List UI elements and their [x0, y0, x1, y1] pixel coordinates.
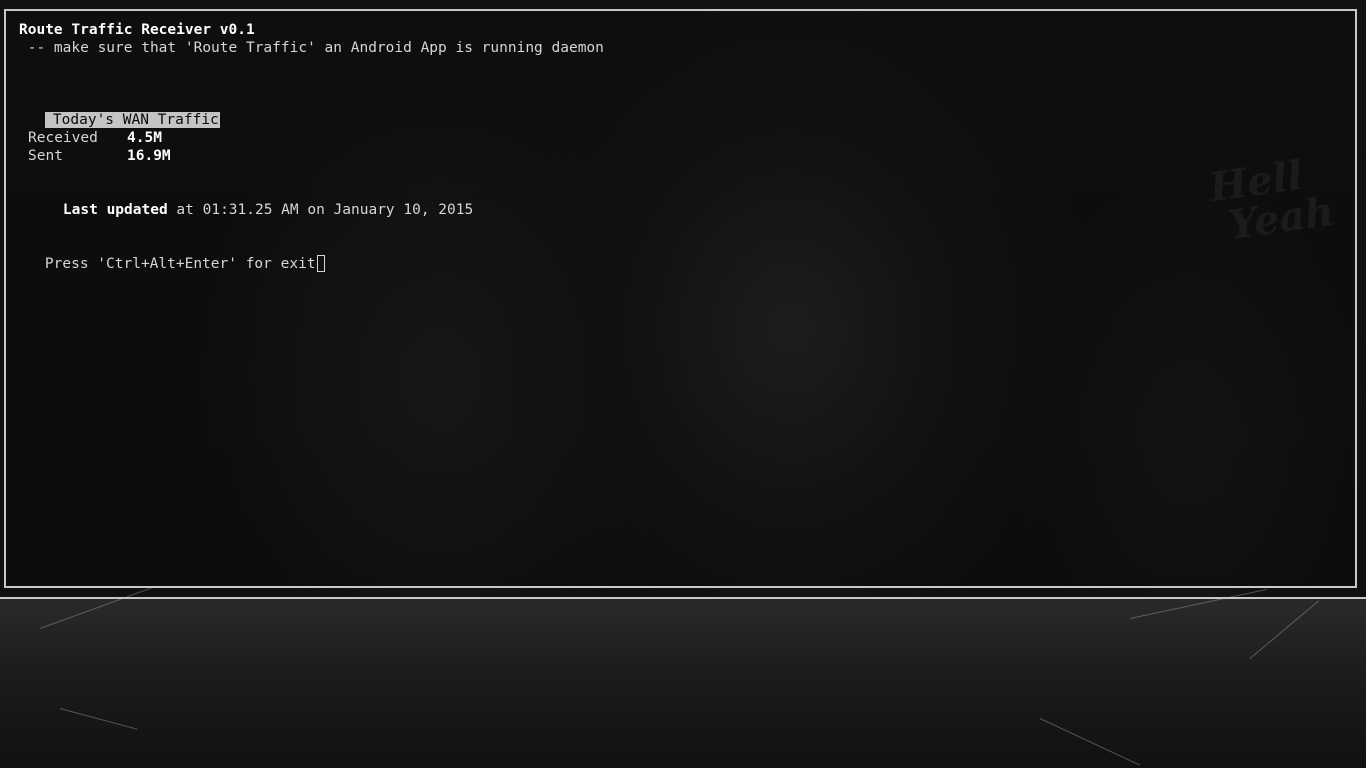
wallpaper-scratch — [59, 708, 138, 730]
app-subtitle: -- make sure that 'Route Traffic' an And… — [19, 40, 604, 56]
terminal-window[interactable]: Route Traffic Receiver v0.1 -- make sure… — [4, 9, 1357, 588]
app-title: Route Traffic Receiver v0.1 — [19, 22, 255, 38]
sent-value: 16.9M — [127, 148, 171, 164]
received-value: 4.5M — [127, 130, 162, 146]
last-updated-row: Last updated at 01:31.25 AM on January 1… — [28, 183, 473, 237]
wan-section-heading: Today's WAN Traffic — [44, 112, 220, 128]
exit-prompt-row: Press 'Ctrl+Alt+Enter' for exit — [10, 237, 325, 291]
received-label: Received — [28, 130, 98, 146]
last-updated-label: Last updated — [62, 202, 168, 218]
wallpaper-scratch — [1039, 718, 1140, 766]
wallpaper-lower-strip — [0, 586, 1366, 768]
sent-label: Sent — [28, 148, 63, 164]
wallpaper-scratch — [1249, 600, 1320, 659]
screen-divider — [0, 597, 1366, 599]
exit-prompt: Press 'Ctrl+Alt+Enter' for exit — [44, 256, 316, 272]
text-cursor[interactable] — [316, 255, 325, 272]
last-updated-value: at 01:31.25 AM on January 10, 2015 — [167, 202, 474, 218]
